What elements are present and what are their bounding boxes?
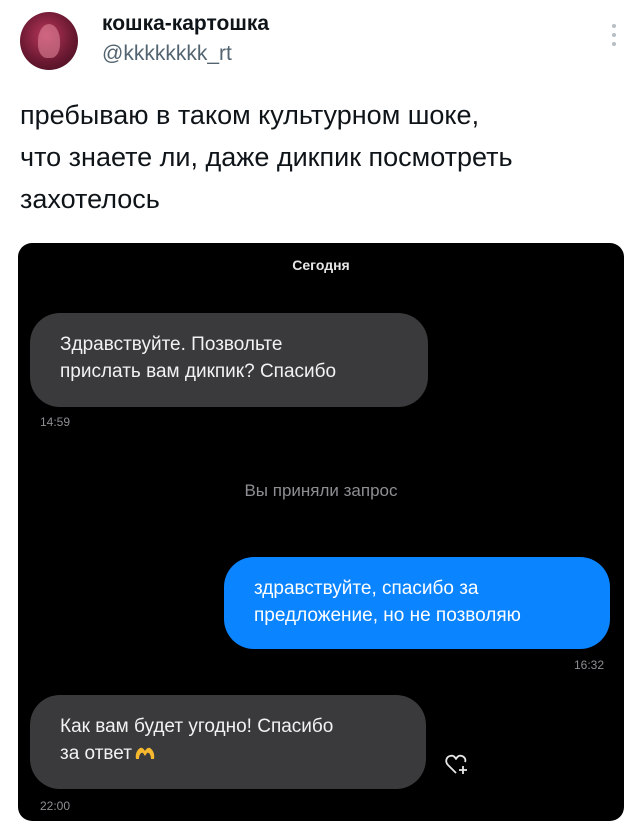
incoming-message-bubble: Как вам будет угодно! Спасибо за ответ bbox=[30, 695, 426, 789]
avatar[interactable] bbox=[20, 12, 78, 70]
add-reaction-icon[interactable] bbox=[444, 751, 470, 777]
outgoing-message-bubble: здравствуйте, спасибо за предложение, но… bbox=[224, 557, 610, 649]
tweet-header: кошка-картошка @kkkkkkkk_rt bbox=[20, 10, 620, 80]
tweet-text: пребываю в таком культурном шоке, что зн… bbox=[20, 100, 513, 214]
hand-heart-emoji-icon bbox=[135, 747, 155, 759]
incoming-message-bubble: Здравствуйте. Позвольте прислать вам дик… bbox=[30, 313, 428, 407]
message-time: 16:32 bbox=[573, 658, 604, 672]
message-text: Как вам будет угодно! Спасибо за ответ bbox=[60, 716, 334, 764]
message-time: 22:00 bbox=[40, 799, 71, 813]
chat-screenshot: Сегодня Здравствуйте. Позвольте прислать… bbox=[18, 243, 624, 821]
message-time: 14:59 bbox=[40, 415, 71, 429]
user-handle[interactable]: @kkkkkkkk_rt bbox=[102, 42, 232, 66]
date-label: Сегодня bbox=[292, 257, 350, 273]
more-options-icon[interactable] bbox=[612, 24, 616, 48]
display-name[interactable]: кошка-картошка bbox=[102, 12, 269, 36]
system-message: Вы приняли запрос bbox=[244, 481, 398, 500]
